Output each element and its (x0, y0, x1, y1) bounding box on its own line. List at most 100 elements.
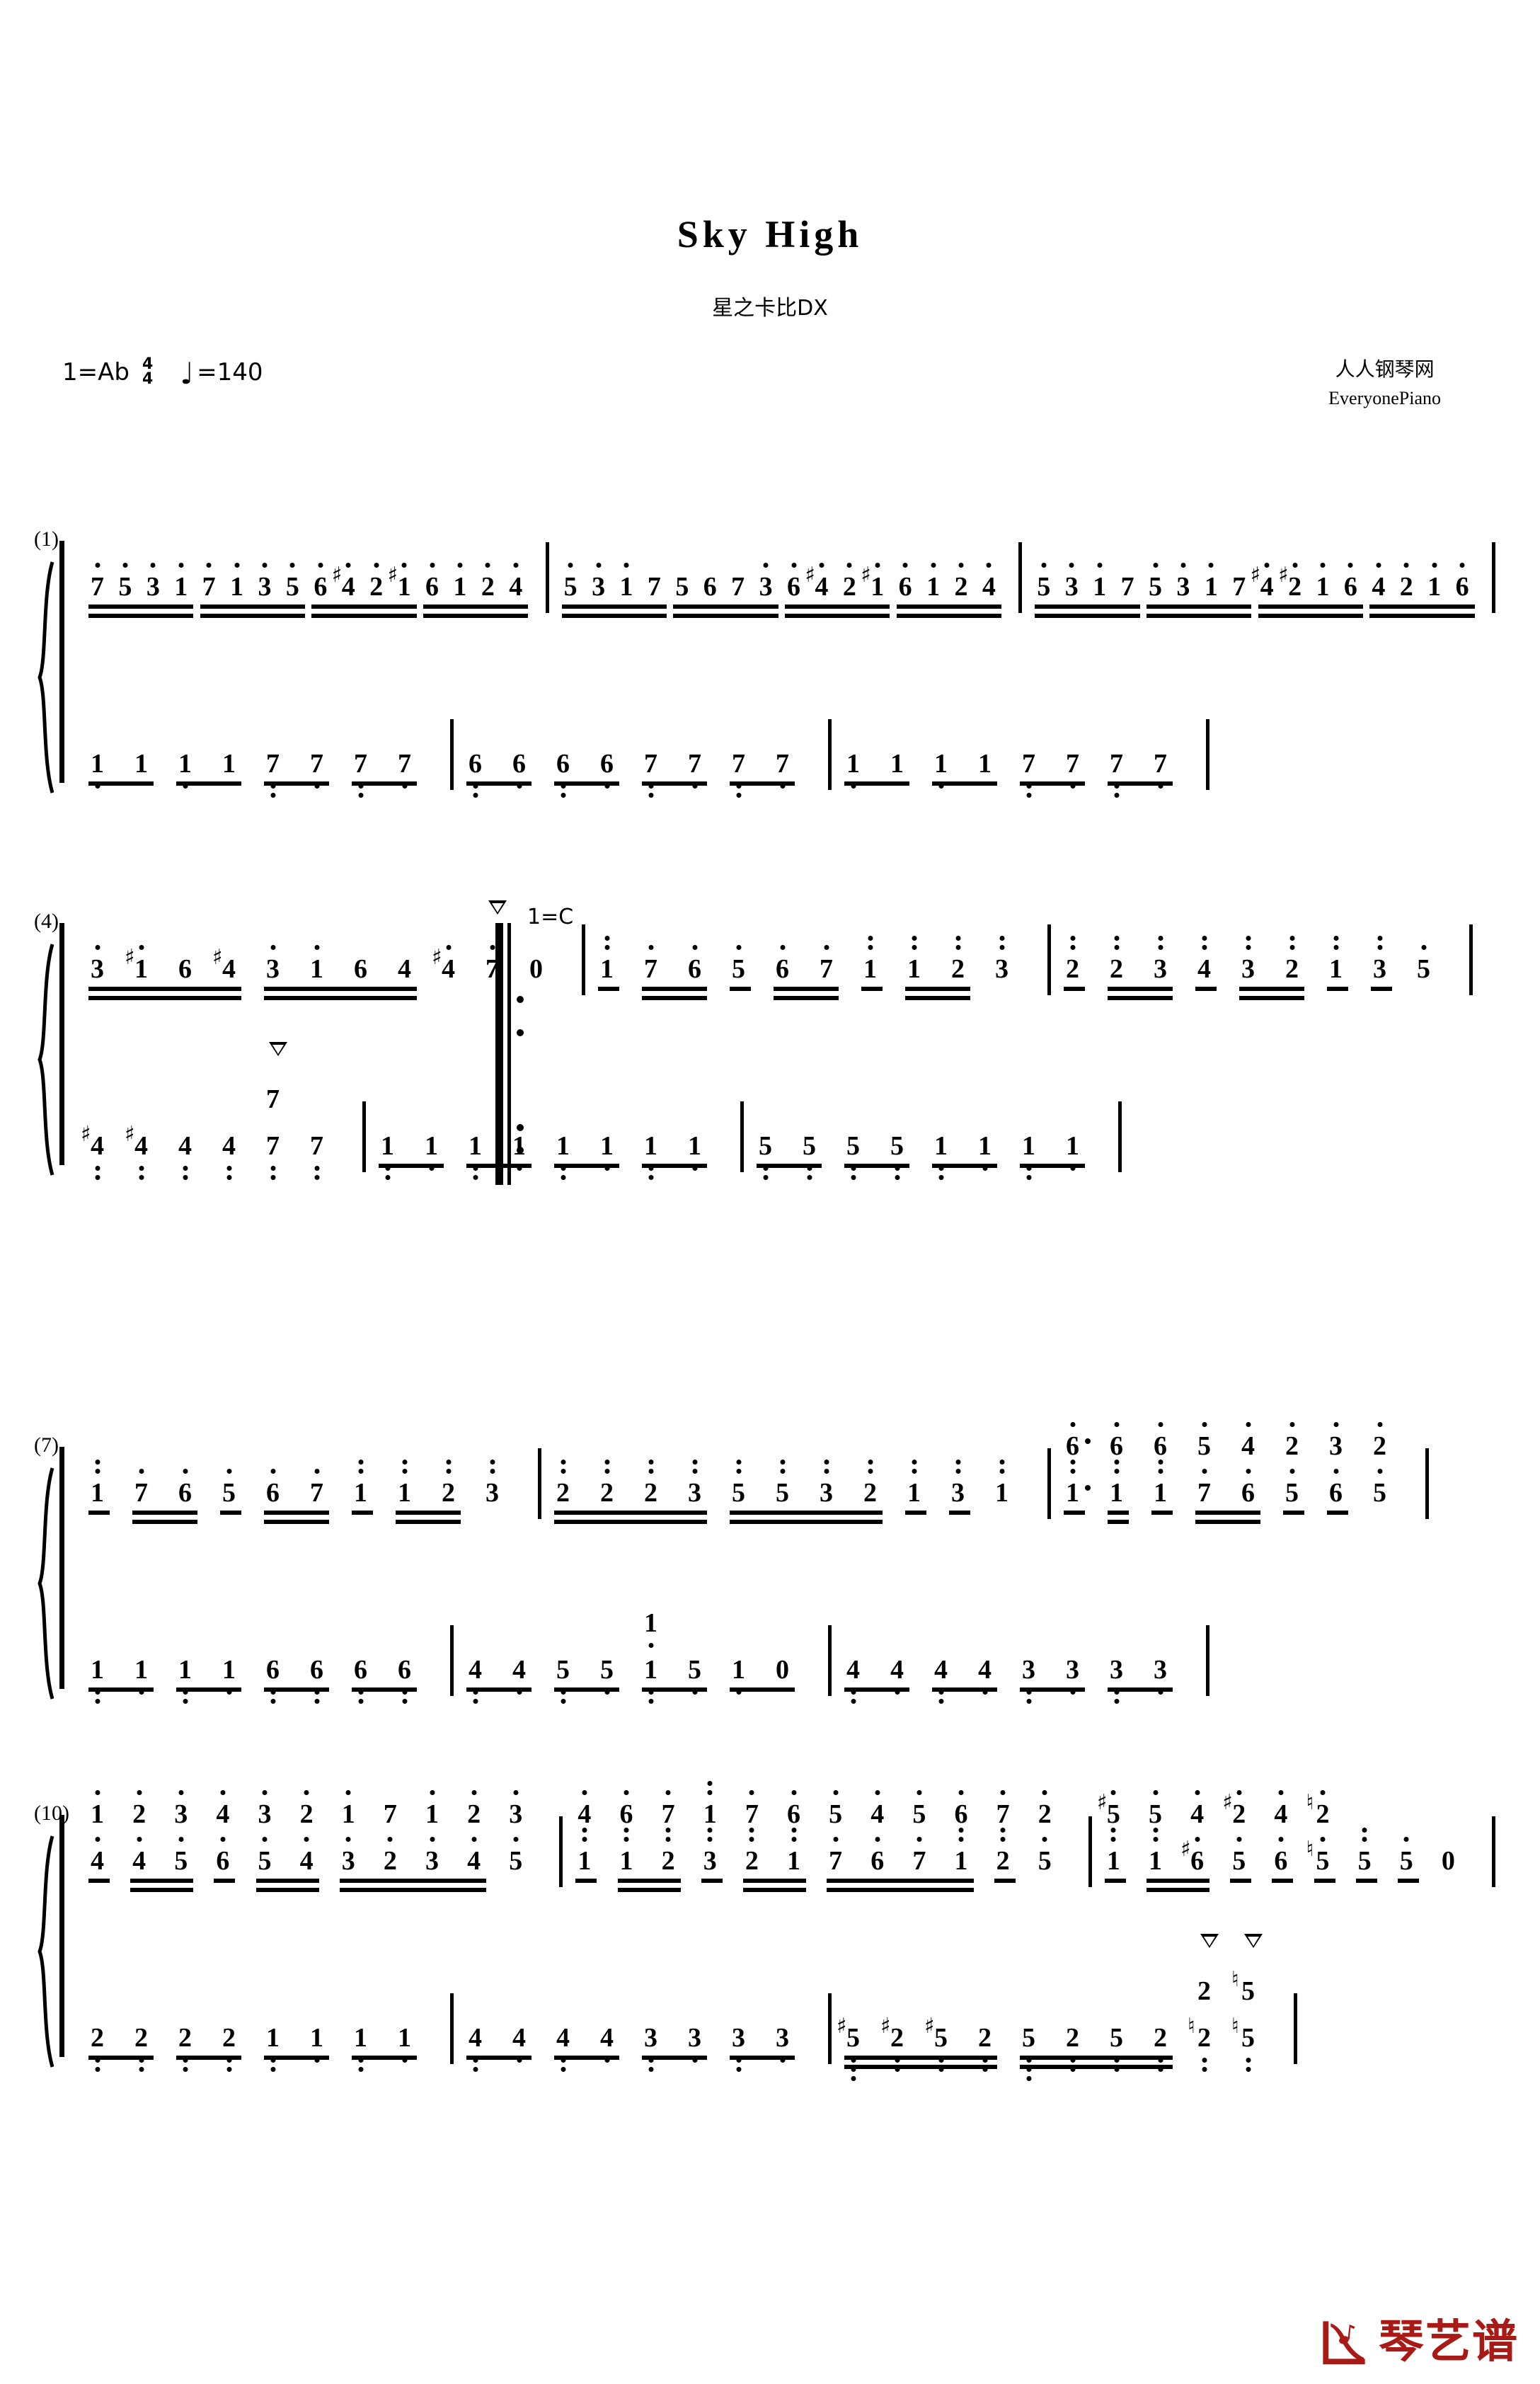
octave-dot-up (1110, 1790, 1116, 1795)
octave-dot-up (358, 1460, 363, 1465)
octave-dot-up (345, 1790, 351, 1795)
note-stacked: 5 (1149, 1790, 1162, 1828)
system-left-barline (59, 923, 64, 1165)
note: 3 (688, 1460, 701, 1506)
octave-dot-up (1158, 945, 1163, 950)
octave-dot-up (1289, 1422, 1294, 1427)
note: 3 (485, 1460, 499, 1506)
octave-dot-up (1097, 563, 1103, 568)
octave-dot-down (358, 793, 363, 798)
beam-line (1108, 987, 1173, 991)
octave-dot-up (1377, 1469, 1382, 1474)
beam-line (1147, 604, 1252, 609)
note: 1 (230, 563, 243, 600)
note: 2 ♮ (1188, 1934, 1219, 2072)
octave-dot-up (1070, 936, 1075, 941)
note-stacked: 2 (1038, 1790, 1052, 1828)
octave-dot-down (1026, 1175, 1031, 1180)
beam-line (255, 1879, 319, 1883)
note: 7 (820, 945, 833, 982)
note-stacked: 2 (300, 1790, 314, 1828)
note: 4 (934, 1656, 948, 1704)
note-stacked: 4 (870, 1790, 884, 1828)
music-system-2: (4) 3 1 ♯ 6 4 ♯ 3 1 6 4 4 ♯ 7 0 1 7 6 5 6 7 1 1 2 3 2 2 3 4 3 2 1 3 5 4 ♯ 4 ♯… (0, 878, 1540, 1317)
octave-dot-up (137, 1790, 142, 1795)
octave-dot-down (1246, 2058, 1251, 2063)
note: 2 (978, 2024, 992, 2072)
note: 3 (951, 1460, 965, 1506)
octave-dot-up (868, 1469, 873, 1474)
note: 1 (1329, 936, 1343, 982)
note: 1 (644, 1133, 657, 1180)
barline (450, 1993, 454, 2064)
note: 3 (688, 2024, 701, 2063)
accidental-icon: ♯ (880, 2014, 891, 2039)
octave-dot-up (561, 1460, 565, 1465)
note: 4 (846, 1656, 860, 1704)
barline (538, 1448, 541, 1519)
beam-line (642, 1687, 707, 1692)
system-brace (34, 1467, 58, 1700)
note: 1 (907, 936, 921, 982)
note: 1 ♯ (387, 563, 411, 602)
note-stacked: 7 (662, 1790, 675, 1828)
beam-line (1064, 987, 1085, 991)
measure-number: (1) (34, 527, 59, 551)
mordent-icon (488, 900, 507, 915)
beam-line (88, 781, 154, 786)
system-brace (34, 1835, 58, 2068)
octave-dot-up (1377, 945, 1382, 950)
octave-dot-up (561, 1469, 565, 1474)
octave-dot-up (1236, 1790, 1242, 1795)
beam-line (1020, 1164, 1085, 1168)
octave-dot-up (1432, 563, 1437, 568)
note: 7 (644, 945, 657, 982)
octave-dot-up (824, 1469, 829, 1474)
note: 3 (1065, 563, 1079, 600)
octave-dot-up (178, 1790, 184, 1795)
octave-dot-up (1202, 945, 1207, 950)
octave-dot-up (430, 1790, 435, 1795)
note: 4 (982, 563, 996, 600)
octave-dot-up (1320, 1837, 1326, 1842)
octave-dot-down (314, 1166, 319, 1171)
beam-line (264, 987, 417, 991)
octave-dot-up (1333, 936, 1338, 941)
octave-dot-up (692, 945, 697, 950)
beam-line (932, 781, 997, 786)
octave-dot-up (95, 1460, 100, 1465)
octave-dot-up (1278, 1790, 1284, 1795)
beam-line (264, 2056, 329, 2060)
octave-dot-up (916, 1790, 922, 1795)
octave-dot-down (473, 793, 478, 798)
octave-dot-up (819, 563, 824, 568)
note: 7 (310, 1469, 323, 1506)
note-stacked: 2 (1285, 1422, 1299, 1460)
note: 6 (425, 563, 439, 600)
note: 2 (1066, 936, 1079, 982)
note: 5 (846, 1133, 860, 1180)
octave-dot-up (1403, 1837, 1409, 1842)
note-stacked: 5 ♮ (1231, 1967, 1255, 2006)
note: 1 (134, 749, 148, 779)
octave-dot-up (430, 1837, 435, 1842)
logo-text: 琴艺谱 (1379, 2316, 1519, 2368)
barline (828, 1993, 832, 2064)
note: 2 ♯ (1278, 563, 1302, 602)
beam-line (1258, 604, 1363, 609)
note-stacked: 2 (1197, 1976, 1211, 2006)
note-stacked: 4 (1241, 1422, 1255, 1460)
note: 4 (469, 1656, 482, 1704)
beam-line (1147, 1879, 1210, 1883)
note: 7 (266, 1042, 287, 1180)
note: 4 (469, 2024, 482, 2072)
note: 2 (222, 2024, 236, 2072)
octave-dot-up (1289, 945, 1294, 950)
octave-dot-down (95, 1175, 100, 1180)
note: 6 (1329, 1469, 1343, 1506)
accidental-icon: ♯ (837, 2014, 847, 2039)
octave-dot-up (1195, 1790, 1200, 1795)
beam-line (264, 996, 417, 1000)
octave-dot-up (624, 1837, 629, 1842)
note: 2 (1110, 936, 1123, 982)
